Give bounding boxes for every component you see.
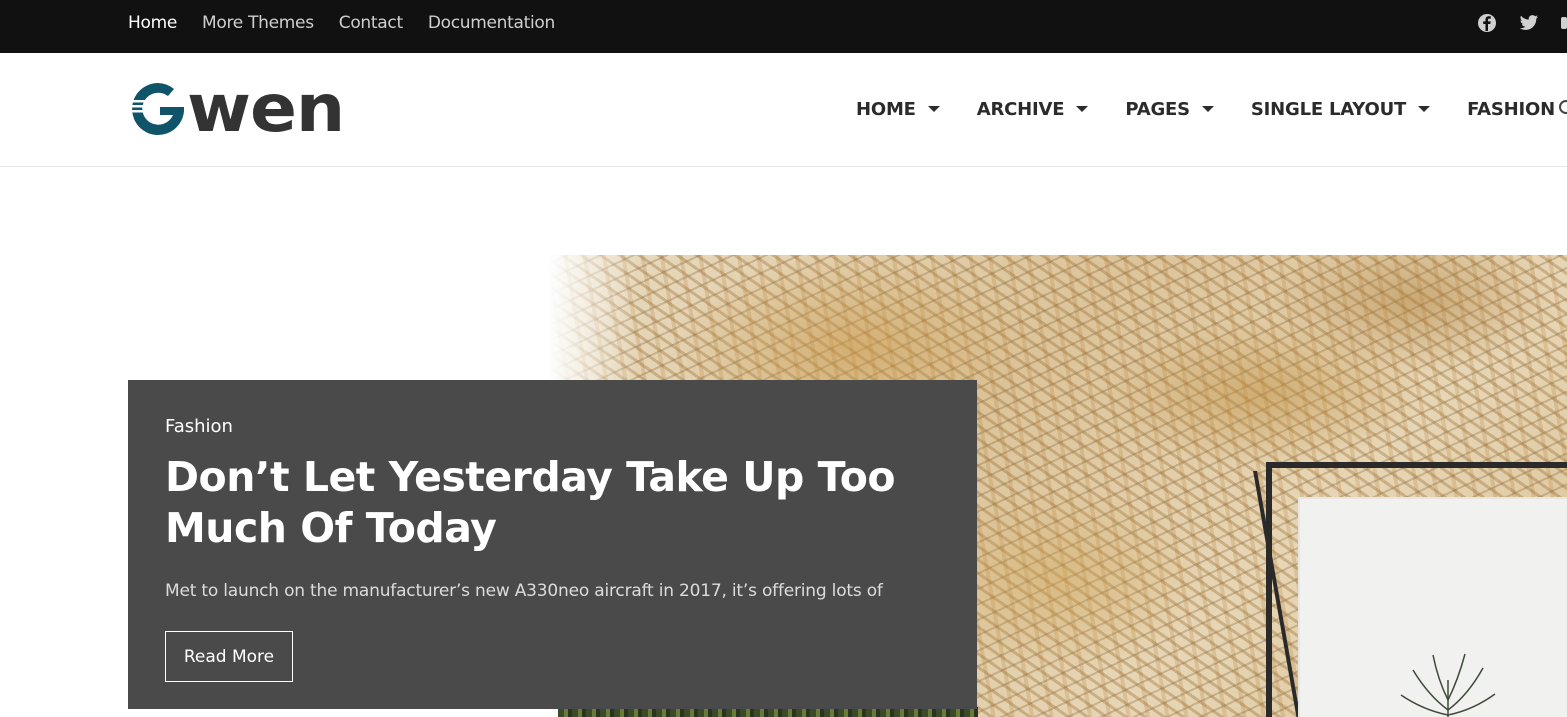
nav-item-archive[interactable]: ARCHIVE — [977, 99, 1089, 120]
site-header: wen HOME ARCHIVE PAGES SINGLE LAYOUT FAS… — [0, 53, 1567, 167]
nav-label: FASHION — [1467, 98, 1555, 120]
nav-item-fashion[interactable]: FASHION — [1467, 99, 1555, 120]
read-more-button[interactable]: Read More — [165, 631, 293, 682]
nav-item-pages[interactable]: PAGES — [1125, 99, 1214, 120]
twitter-icon[interactable] — [1519, 13, 1539, 33]
main-nav: HOME ARCHIVE PAGES SINGLE LAYOUT FASHION — [856, 53, 1555, 165]
social-links — [1477, 13, 1567, 33]
nav-label: HOME — [856, 98, 916, 120]
caret-down-icon — [1418, 106, 1431, 112]
nav-label: SINGLE LAYOUT — [1250, 98, 1407, 120]
post-title[interactable]: Don’t Let Yesterday Take Up Too Much Of … — [165, 452, 925, 554]
nav-label: PAGES — [1125, 98, 1190, 120]
caret-down-icon — [1201, 106, 1214, 112]
caret-down-icon — [1076, 106, 1089, 112]
caret-down-icon — [927, 106, 940, 112]
top-link-more-themes[interactable]: More Themes — [202, 13, 314, 33]
top-link-contact[interactable]: Contact — [339, 13, 403, 33]
top-link-home[interactable]: Home — [128, 13, 177, 33]
social-icon-partial[interactable] — [1561, 13, 1567, 33]
top-bar: Home More Themes Contact Documentation — [0, 0, 1567, 53]
featured-post-card: Fashion Don’t Let Yesterday Take Up Too … — [128, 380, 977, 709]
post-excerpt: Met to launch on the manufacturer’s new … — [165, 581, 883, 601]
plant-illustration — [1400, 653, 1496, 717]
site-logo[interactable]: wen — [127, 70, 351, 147]
nav-item-home[interactable]: HOME — [856, 99, 940, 120]
logo-g-icon — [129, 83, 184, 135]
logo-text: wen — [187, 70, 345, 147]
facebook-icon[interactable] — [1477, 13, 1497, 33]
search-icon[interactable] — [1559, 100, 1567, 114]
nav-item-single-layout[interactable]: SINGLE LAYOUT — [1250, 98, 1431, 120]
nav-label: ARCHIVE — [976, 98, 1065, 120]
top-link-documentation[interactable]: Documentation — [428, 13, 555, 33]
top-links: Home More Themes Contact Documentation — [128, 0, 555, 46]
post-category[interactable]: Fashion — [165, 416, 233, 437]
